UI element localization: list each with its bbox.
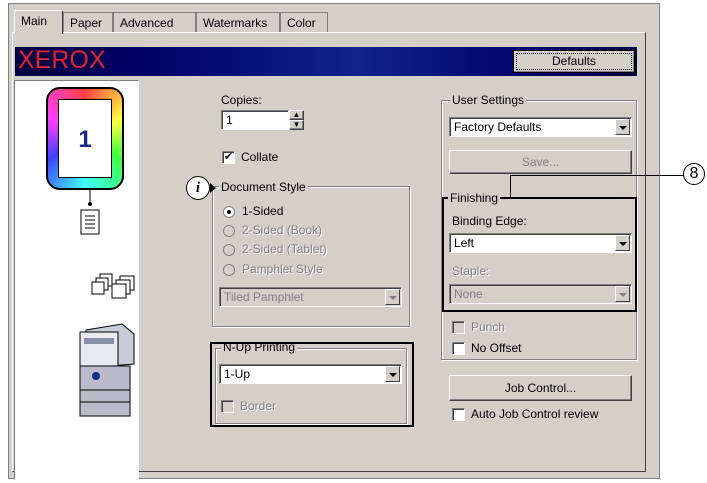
radio-2-sided-book[interactable]	[223, 225, 235, 237]
no-offset-label: No Offset	[471, 341, 522, 355]
collate-label: Collate	[241, 150, 279, 164]
info-pointer-icon	[210, 183, 216, 193]
radio-pamphlet-style-label: Pamphlet Style	[242, 262, 323, 276]
user-settings-select[interactable]: Factory Defaults	[449, 117, 632, 137]
user-settings-label: User Settings	[450, 93, 527, 107]
job-control-button[interactable]: Job Control...	[449, 375, 632, 401]
tab-color[interactable]: Color	[280, 12, 328, 32]
tab-advanced-label: Advanced	[120, 16, 174, 30]
xerox-logo: XEROX	[18, 46, 106, 74]
binding-edge-select[interactable]: Left	[449, 233, 632, 253]
tab-watermarks[interactable]: Watermarks	[196, 12, 280, 32]
collate-checkbox[interactable]: ✔	[222, 151, 235, 164]
user-settings-dropdown-arrow-icon[interactable]	[615, 119, 630, 135]
binding-edge-label: Binding Edge:	[452, 214, 527, 228]
pamphlet-dropdown-arrow-icon[interactable]	[385, 289, 400, 305]
callout-leader-line	[510, 175, 685, 176]
document-style-label: Document Style	[219, 180, 308, 194]
radio-pamphlet-style[interactable]	[223, 264, 235, 276]
tab-advanced[interactable]: Advanced	[113, 12, 196, 32]
callout-leader-drop	[510, 175, 511, 197]
staple-dropdown-arrow-icon[interactable]	[615, 286, 630, 302]
auto-job-control-review-checkbox[interactable]	[452, 408, 465, 421]
printer-icon	[79, 273, 135, 417]
copies-label: Copies:	[221, 93, 262, 107]
tab-color-label: Color	[287, 16, 316, 30]
save-button[interactable]: Save...	[449, 150, 632, 174]
radio-1-sided[interactable]	[223, 206, 235, 218]
staple-label: Staple:	[452, 264, 490, 278]
staple-select[interactable]: None	[449, 284, 632, 304]
no-offset-checkbox[interactable]	[452, 342, 465, 355]
tab-main[interactable]: Main	[14, 10, 63, 34]
info-icon[interactable]: i	[186, 176, 210, 200]
radio-2-sided-tablet-label: 2-Sided (Tablet)	[242, 242, 327, 256]
tab-paper-label: Paper	[70, 16, 103, 30]
copies-increment-button[interactable]: ▲	[289, 110, 304, 120]
callout-number-badge: 8	[683, 163, 705, 185]
auto-job-control-review-label: Auto Job Control review	[471, 407, 599, 421]
radio-1-sided-label: 1-Sided	[242, 204, 284, 218]
finishing-label: Finishing	[448, 191, 501, 205]
defaults-button[interactable]: Defaults	[513, 50, 635, 73]
nup-highlight-box	[210, 342, 414, 427]
copies-input[interactable]: 1	[221, 110, 289, 130]
copies-decrement-button[interactable]: ▼	[289, 120, 304, 130]
radio-2-sided-tablet[interactable]	[223, 244, 235, 256]
tab-watermarks-label: Watermarks	[203, 16, 268, 30]
tab-paper[interactable]: Paper	[63, 12, 113, 32]
radio-2-sided-book-label: 2-Sided (Book)	[242, 223, 323, 237]
punch-checkbox[interactable]	[452, 321, 465, 334]
defaults-button-label: Defaults	[551, 54, 597, 68]
page-preview-number: 1	[58, 99, 112, 178]
tab-main-label: Main	[21, 14, 48, 28]
document-connector-icon	[80, 190, 100, 235]
pamphlet-select[interactable]: Tiled Pamphlet	[219, 287, 402, 307]
binding-edge-dropdown-arrow-icon[interactable]	[615, 235, 630, 251]
punch-label: Punch	[471, 320, 506, 334]
